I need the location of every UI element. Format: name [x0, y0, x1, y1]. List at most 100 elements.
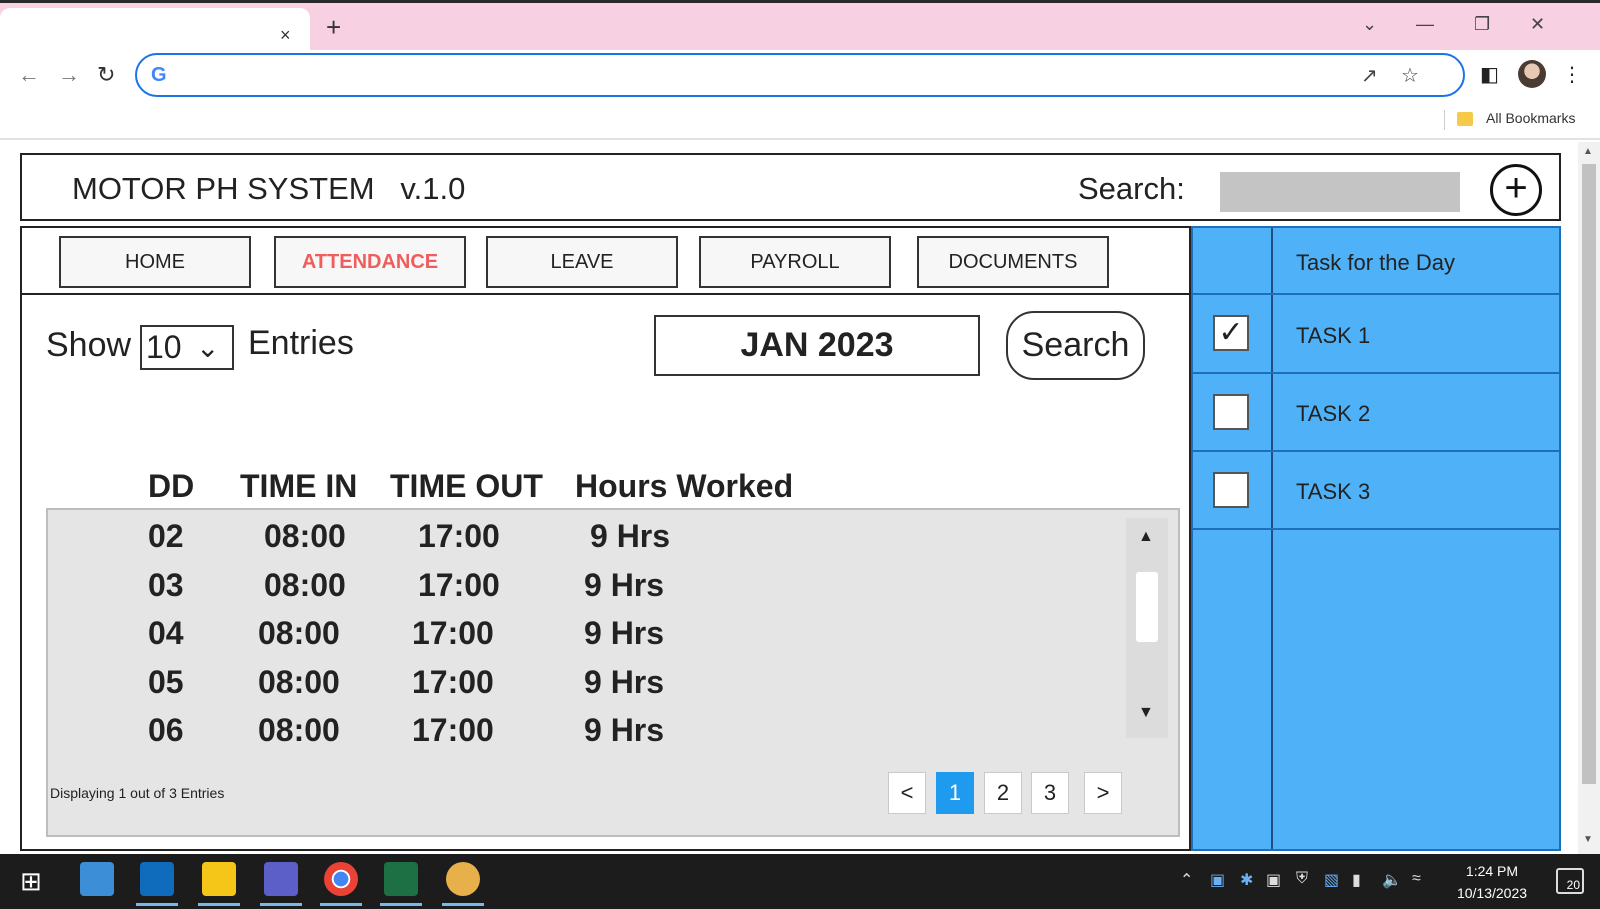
search-input[interactable]: [1220, 172, 1460, 212]
cell-time-out: 17:00: [412, 712, 494, 748]
desktop-icon[interactable]: [80, 862, 114, 896]
chevron-down-icon: ⌄: [196, 332, 220, 363]
kebab-menu-icon[interactable]: ⋮: [1562, 62, 1582, 87]
clock-date: 10/13/2023: [1456, 885, 1528, 901]
cell-hours: 9 Hrs: [584, 712, 665, 748]
notification-count: 20: [1566, 878, 1580, 892]
notification-icon[interactable]: 20: [1556, 868, 1584, 894]
minimize-icon[interactable]: —: [1416, 14, 1434, 35]
page-button-1[interactable]: 1: [936, 772, 974, 814]
task-panel-title: Task for the Day: [1296, 250, 1455, 275]
wifi-icon[interactable]: ≈: [1412, 870, 1421, 888]
cell-dd: 04: [148, 615, 184, 651]
page-button-2[interactable]: 2: [984, 772, 1022, 814]
show-label: Show: [46, 326, 132, 364]
task-1-label: TASK 1: [1296, 323, 1371, 348]
back-arrow-icon[interactable]: ←: [18, 62, 40, 88]
forward-arrow-icon[interactable]: →: [58, 62, 80, 88]
table-scrollbar[interactable]: ▲ ▼: [1126, 518, 1168, 738]
chrome-icon[interactable]: [320, 862, 362, 906]
add-button[interactable]: +: [1490, 164, 1542, 216]
page-scrollbar[interactable]: ▲ ▼: [1578, 142, 1600, 854]
prev-page-button[interactable]: <: [888, 772, 926, 814]
scroll-up-icon[interactable]: ▲: [1138, 528, 1154, 546]
all-bookmarks-link[interactable]: All Bookmarks: [1486, 110, 1575, 126]
share-icon[interactable]: ↗: [1361, 63, 1378, 88]
next-page-button[interactable]: >: [1084, 772, 1122, 814]
main-nav: HOME ATTENDANCE LEAVE PAYROLL DOCUMENTS: [22, 228, 1189, 295]
sticky-notes-icon[interactable]: [198, 862, 240, 906]
chevron-up-icon[interactable]: ⌃: [1180, 870, 1193, 890]
security-icon[interactable]: ▧: [1324, 870, 1339, 890]
month-field[interactable]: JAN 2023: [654, 315, 980, 376]
windows-taskbar: ⊞ ⌃ ▣ ✱ ▣ ⛨ ▧ ▮ 🔈 ≈ 1:24 PM 10/13/2023 2…: [0, 854, 1600, 909]
cell-dd: 03: [148, 567, 184, 603]
cell-dd: 02: [148, 518, 184, 554]
task-item: TASK 3: [1193, 452, 1559, 530]
scroll-down-icon[interactable]: ▼: [1583, 834, 1593, 845]
windows-start-icon[interactable]: ⊞: [20, 866, 42, 897]
browser-tab[interactable]: ×: [0, 8, 310, 50]
task-item: TASK 2: [1193, 374, 1559, 452]
search-label: Search:: [1078, 171, 1185, 206]
new-tab-icon[interactable]: +: [326, 12, 341, 43]
teams-icon[interactable]: [260, 862, 302, 906]
excel-icon[interactable]: [380, 862, 422, 906]
close-window-icon[interactable]: ✕: [1530, 14, 1545, 35]
cell-dd: 05: [148, 664, 184, 700]
scroll-down-icon[interactable]: ▼: [1138, 704, 1154, 722]
table-scroll-thumb[interactable]: [1136, 572, 1158, 642]
nav-tab-payroll[interactable]: PAYROLL: [699, 236, 891, 288]
volume-icon[interactable]: 🔈: [1382, 870, 1402, 890]
nav-tab-leave[interactable]: LEAVE: [486, 236, 678, 288]
battery-icon[interactable]: ▮: [1352, 870, 1361, 890]
bookmark-star-icon[interactable]: ☆: [1401, 63, 1419, 88]
entries-select[interactable]: 10 ⌄: [140, 325, 234, 370]
column-header-time-in: TIME IN: [240, 468, 358, 504]
outlook-icon[interactable]: [136, 862, 178, 906]
page-button-3[interactable]: 3: [1031, 772, 1069, 814]
restore-icon[interactable]: ❐: [1474, 14, 1490, 35]
nav-tab-documents[interactable]: DOCUMENTS: [917, 236, 1109, 288]
paint-icon[interactable]: [442, 862, 484, 906]
bluetooth-icon[interactable]: ✱: [1240, 870, 1253, 890]
profile-avatar[interactable]: [1518, 60, 1546, 88]
reload-icon[interactable]: ↻: [97, 62, 115, 88]
cell-time-out: 17:00: [412, 615, 494, 651]
cell-time-out: 17:00: [412, 664, 494, 700]
tab-search-chevron-icon[interactable]: ⌄: [1362, 14, 1377, 35]
bookmarks-bar: All Bookmarks: [0, 100, 1600, 140]
side-panel-icon[interactable]: ◧: [1480, 62, 1499, 87]
entries-select-value: 10: [146, 329, 182, 365]
cell-time-out: 17:00: [418, 518, 500, 554]
cell-time-in: 08:00: [264, 567, 346, 603]
shield-icon[interactable]: ⛨: [1296, 870, 1308, 888]
page-scroll-thumb[interactable]: [1582, 164, 1596, 784]
cell-time-in: 08:00: [264, 518, 346, 554]
task-2-checkbox[interactable]: [1213, 394, 1249, 430]
close-tab-icon[interactable]: ×: [280, 25, 291, 46]
cell-hours: 9 Hrs: [584, 567, 665, 603]
cell-time-in: 08:00: [258, 712, 340, 748]
cell-time-in: 08:00: [258, 615, 340, 651]
month-search-button[interactable]: Search: [1006, 311, 1145, 380]
address-bar[interactable]: G ↗ ☆: [135, 53, 1465, 97]
task-item: ✓ TASK 1: [1193, 295, 1559, 374]
cell-hours: 9 Hrs: [590, 518, 671, 554]
cell-hours: 9 Hrs: [584, 615, 665, 651]
taskbar-clock[interactable]: 1:24 PM 10/13/2023: [1452, 860, 1532, 904]
nav-tab-attendance[interactable]: ATTENDANCE: [274, 236, 466, 288]
attendance-panel: HOME ATTENDANCE LEAVE PAYROLL DOCUMENTS …: [20, 226, 1191, 851]
task-panel: Task for the Day ✓ TASK 1 TASK 2 TASK 3: [1191, 226, 1561, 851]
scroll-up-icon[interactable]: ▲: [1583, 146, 1593, 157]
display-icon[interactable]: ▣: [1266, 870, 1281, 890]
google-icon: G: [151, 64, 167, 86]
teams-tray-icon[interactable]: ▣: [1210, 870, 1225, 890]
column-header-hours-worked: Hours Worked: [575, 468, 794, 504]
column-header-time-out: TIME OUT: [390, 468, 543, 504]
app-title: MOTOR PH SYSTEM v.1.0: [72, 171, 466, 206]
task-2-label: TASK 2: [1296, 401, 1371, 426]
task-3-checkbox[interactable]: [1213, 472, 1249, 508]
nav-tab-home[interactable]: HOME: [59, 236, 251, 288]
task-1-checkbox[interactable]: ✓: [1213, 315, 1249, 351]
